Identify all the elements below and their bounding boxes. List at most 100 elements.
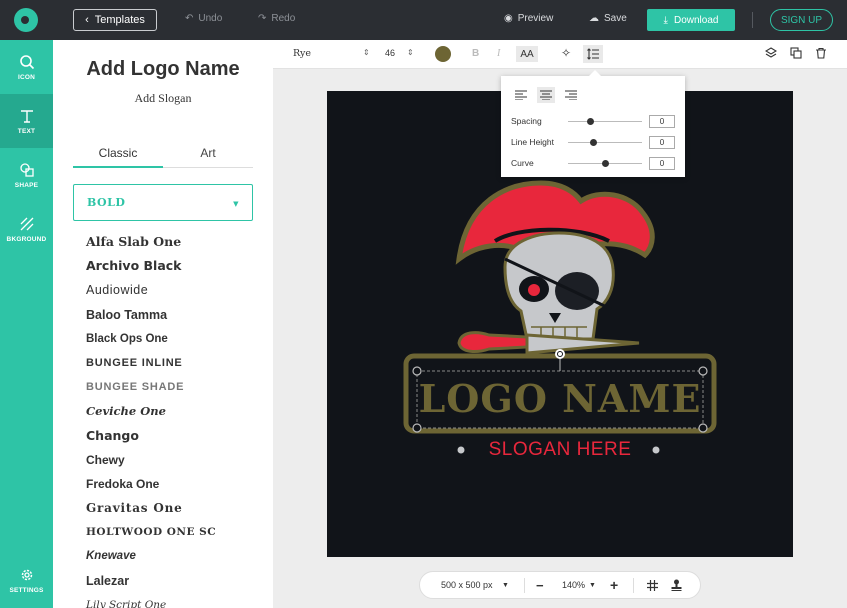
tab-classic[interactable]: Classic bbox=[73, 146, 163, 168]
stamp-icon[interactable] bbox=[671, 579, 682, 593]
download-icon: ⤓ bbox=[663, 14, 668, 26]
divider bbox=[633, 578, 634, 593]
preview-label: Preview bbox=[517, 13, 554, 24]
canvas-bottom-bar: 500 x 500 px ▼ − 140% ▼ + bbox=[419, 571, 701, 599]
font-item[interactable]: Lalezar bbox=[86, 569, 256, 593]
logo-name-text[interactable]: LOGO NAME bbox=[417, 375, 703, 423]
rail-item-text[interactable]: TEXT bbox=[0, 94, 53, 148]
download-label: Download bbox=[673, 14, 719, 26]
font-item[interactable]: Chewy bbox=[86, 448, 256, 472]
font-item[interactable]: Alfa Slab One bbox=[86, 230, 256, 254]
zoom-out-button[interactable]: − bbox=[536, 578, 544, 593]
curve-input[interactable]: 0 bbox=[649, 157, 675, 170]
line-height-slider[interactable] bbox=[568, 142, 642, 143]
caret-down-icon[interactable]: ▼ bbox=[502, 582, 509, 589]
spacing-input[interactable]: 0 bbox=[649, 115, 675, 128]
download-button[interactable]: ⤓ Download bbox=[647, 9, 735, 31]
font-item[interactable]: Fredoka One bbox=[86, 472, 256, 496]
rail-item-label: TEXT bbox=[17, 127, 36, 135]
font-item[interactable]: Audiowide bbox=[86, 278, 256, 302]
rail-item-background[interactable]: BKGROUND bbox=[0, 202, 53, 256]
rail-item-label: SETTINGS bbox=[9, 586, 44, 594]
font-item[interactable]: Archivo Black bbox=[86, 254, 256, 278]
bold-button[interactable]: B bbox=[472, 48, 479, 59]
left-rail: ICON TEXT SHAPE BKGROUND SETTINGS bbox=[0, 40, 53, 608]
font-item[interactable]: Black Ops One bbox=[86, 327, 256, 351]
tab-art[interactable]: Art bbox=[163, 146, 253, 160]
font-item[interactable]: Gravitas One bbox=[86, 496, 256, 520]
add-slogan-input[interactable]: Add Slogan bbox=[53, 91, 273, 106]
cloud-upload-icon: ☁ bbox=[589, 13, 599, 24]
align-center-icon bbox=[540, 90, 552, 100]
zoom-in-button[interactable]: + bbox=[610, 577, 618, 593]
spacing-label: Spacing bbox=[511, 116, 542, 126]
italic-button[interactable]: I bbox=[497, 48, 500, 59]
font-item[interactable]: Baloo Tamma bbox=[86, 303, 256, 327]
spacing-row: Spacing 0 bbox=[511, 115, 681, 129]
undo-button[interactable]: ↶ Undo bbox=[185, 13, 222, 24]
grid-icon[interactable] bbox=[647, 580, 658, 593]
canvas-size-select[interactable]: 500 x 500 px bbox=[441, 580, 493, 590]
rail-item-label: BKGROUND bbox=[6, 235, 47, 243]
divider bbox=[752, 12, 753, 28]
font-tabs: Classic Art bbox=[73, 146, 253, 168]
font-size-input[interactable]: 46 bbox=[385, 48, 395, 58]
templates-label: Templates bbox=[94, 14, 145, 26]
spacing-slider[interactable] bbox=[568, 121, 642, 122]
save-button[interactable]: ☁ Save bbox=[589, 13, 627, 24]
gear-icon bbox=[21, 569, 32, 580]
font-item[interactable]: BUNGEE SHADE bbox=[86, 375, 256, 399]
stepper-icon[interactable]: ⇕ bbox=[363, 48, 370, 57]
rail-item-shape[interactable]: SHAPE bbox=[0, 148, 53, 202]
templates-button[interactable]: ‹ Templates bbox=[73, 9, 157, 31]
add-logo-name-input[interactable]: Add Logo Name bbox=[53, 58, 273, 81]
font-item[interactable]: BUNGEE INLINE bbox=[86, 351, 256, 375]
curve-slider-handle[interactable] bbox=[602, 160, 609, 167]
font-category-select[interactable]: Bold ▼ bbox=[73, 184, 253, 221]
zoom-level-select[interactable]: 140% bbox=[562, 580, 585, 590]
line-height-button[interactable] bbox=[583, 45, 603, 63]
rail-item-icon[interactable]: ICON bbox=[0, 40, 53, 94]
slogan-text[interactable]: SLOGAN HERE bbox=[467, 439, 653, 461]
caret-down-icon[interactable]: ▼ bbox=[589, 582, 596, 589]
spacing-slider-handle[interactable] bbox=[587, 118, 594, 125]
undo-label: Undo bbox=[198, 13, 223, 24]
font-item[interactable]: Knewave bbox=[86, 544, 256, 568]
text-panel: Add Logo Name Add Slogan Classic Art Bol… bbox=[53, 40, 273, 608]
magic-wand-icon[interactable]: ✧ bbox=[561, 46, 571, 60]
signup-button[interactable]: SIGN UP bbox=[770, 9, 833, 31]
caret-down-icon: ▼ bbox=[233, 199, 239, 208]
line-height-row: Line Height 0 bbox=[511, 136, 681, 150]
redo-button[interactable]: ↷ Redo bbox=[258, 13, 295, 24]
font-list: Alfa Slab One Archivo Black Audiowide Ba… bbox=[86, 230, 256, 608]
curve-label: Curve bbox=[511, 158, 534, 168]
align-right-button[interactable] bbox=[562, 87, 580, 103]
font-item[interactable]: HOLTWOOD ONE SC bbox=[86, 520, 256, 544]
line-height-popover: Spacing 0 Line Height 0 Curve 0 bbox=[501, 70, 685, 177]
font-item[interactable]: Ceviche One bbox=[86, 399, 256, 423]
redo-icon: ↷ bbox=[258, 13, 267, 24]
line-height-slider-handle[interactable] bbox=[590, 139, 597, 146]
background-icon bbox=[20, 217, 33, 230]
layers-icon[interactable] bbox=[764, 47, 778, 62]
stepper-icon[interactable]: ⇕ bbox=[407, 48, 414, 57]
undo-icon: ↶ bbox=[185, 13, 194, 24]
font-item[interactable]: Chango bbox=[86, 424, 256, 448]
font-item[interactable]: Lily Script One bbox=[86, 593, 256, 608]
top-bar: ‹ Templates ↶ Undo ↷ Redo ◉ Preview ☁ Sa… bbox=[0, 0, 847, 40]
app-logo[interactable] bbox=[14, 8, 38, 32]
align-left-button[interactable] bbox=[512, 87, 530, 103]
text-color-swatch[interactable] bbox=[435, 46, 451, 62]
text-icon bbox=[20, 109, 33, 123]
duplicate-icon[interactable] bbox=[790, 47, 802, 62]
trash-icon[interactable] bbox=[815, 47, 827, 62]
font-family-select[interactable]: Rye bbox=[293, 48, 311, 59]
line-height-input[interactable]: 0 bbox=[649, 136, 675, 149]
preview-button[interactable]: ◉ Preview bbox=[504, 13, 553, 24]
search-icon bbox=[19, 54, 34, 69]
line-height-label: Line Height bbox=[511, 137, 555, 147]
line-height-icon bbox=[587, 48, 599, 60]
rail-item-settings[interactable]: SETTINGS bbox=[0, 553, 53, 607]
align-center-button[interactable] bbox=[537, 87, 555, 103]
case-toggle-button[interactable]: AA bbox=[516, 46, 538, 62]
